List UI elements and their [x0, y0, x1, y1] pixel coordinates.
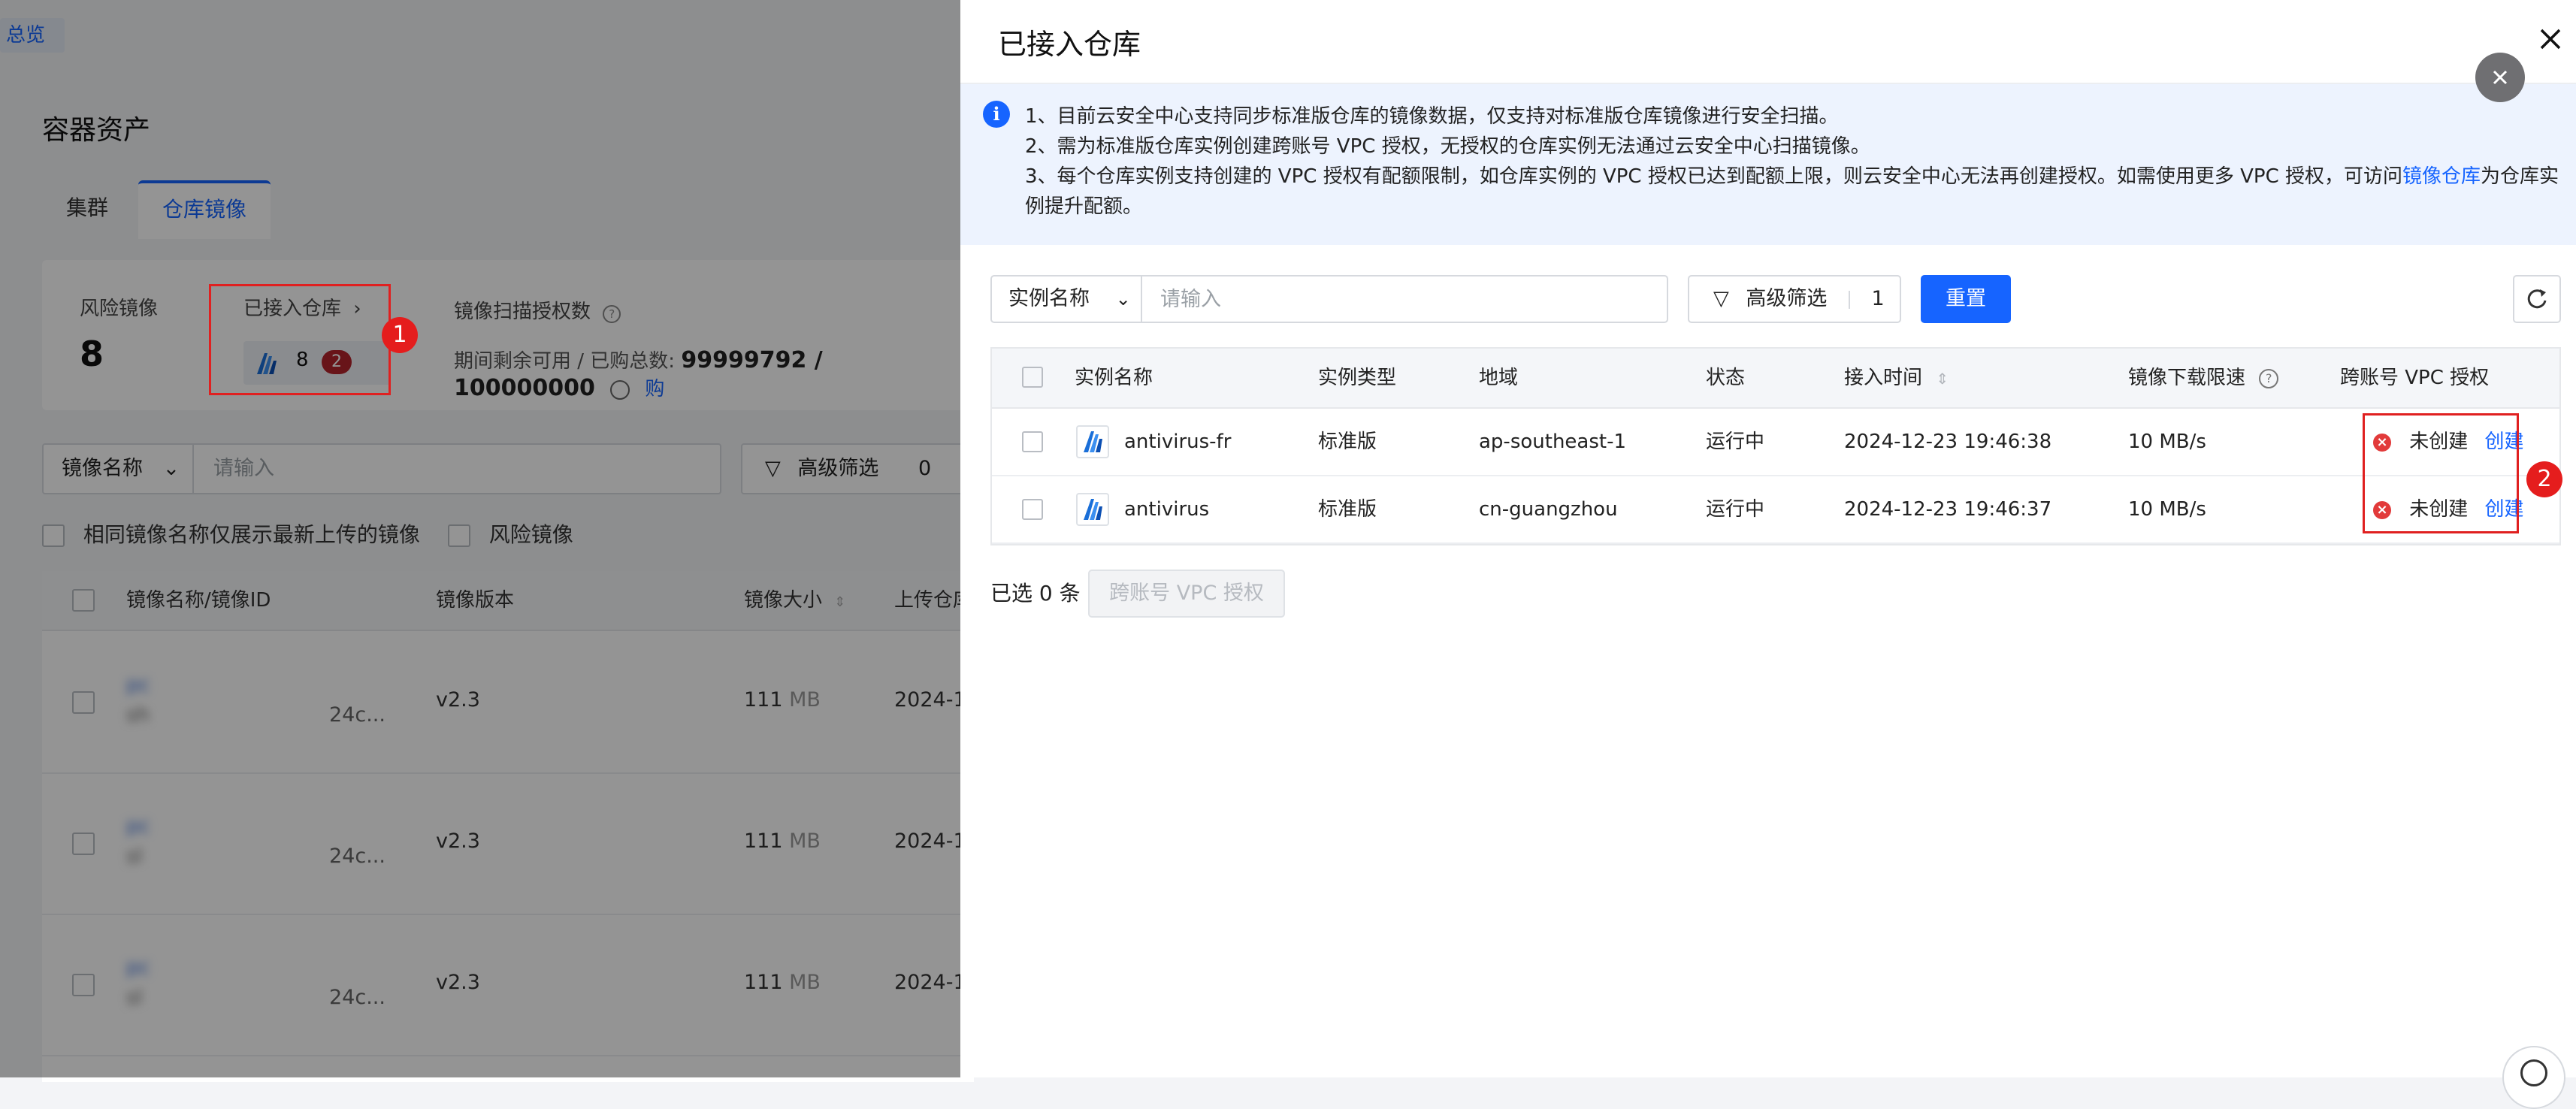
registry-logo-icon	[1076, 425, 1109, 458]
th-status: 状态	[1706, 367, 1746, 389]
close-icon	[2493, 70, 2508, 85]
reset-button[interactable]: 重置	[1921, 275, 2011, 323]
instance-type: 标准版	[1318, 498, 1377, 521]
help-circle-icon[interactable]: ?	[2259, 368, 2279, 388]
th-download-speed: 镜像下载限速 ?	[2128, 349, 2279, 407]
annotation-box-2	[2363, 413, 2519, 533]
download-speed: 10 MB/s	[2128, 498, 2206, 521]
instance-region: ap-southeast-1	[1479, 431, 1627, 453]
modal-overlay[interactable]	[0, 0, 962, 1077]
table-row: antivirus 标准版 cn-guangzhou 运行中 2024-12-2…	[992, 476, 2559, 544]
th-instance-type: 实例类型	[1318, 367, 1397, 389]
th-connect-time: 接入时间 ⇕	[1844, 367, 1949, 389]
annotation-callout-1: 1	[382, 317, 418, 353]
table-header: 实例名称 实例类型 地域 状态 接入时间 ⇕ 镜像下载限速 ? 跨账号 VPC …	[992, 349, 2559, 409]
drawer-toolbar: 实例名称 ⌄ ▽ 高级筛选 1 重置	[990, 275, 2576, 325]
instance-type: 标准版	[1318, 431, 1377, 453]
advanced-filter-button[interactable]: ▽ 高级筛选 1	[1688, 275, 1901, 323]
repo-instance-table: 实例名称 实例类型 地域 状态 接入时间 ⇕ 镜像下载限速 ? 跨账号 VPC …	[990, 347, 2562, 545]
funnel-icon: ▽	[1713, 287, 1729, 310]
download-speed: 10 MB/s	[2128, 431, 2206, 453]
drawer-header: 已接入仓库	[960, 0, 2576, 84]
connected-repos-drawer: 已接入仓库 i 1、目前云安全中心支持同步标准版仓库的镜像数据，仅支持对标准版仓…	[960, 0, 2576, 1077]
refresh-button[interactable]	[2513, 275, 2561, 323]
info-icon: i	[983, 101, 1010, 128]
help-chat-button[interactable]	[2502, 1046, 2565, 1109]
refresh-icon	[2527, 289, 2547, 309]
advanced-filter-count: 1	[1871, 287, 1885, 310]
float-close-button[interactable]	[2475, 53, 2525, 102]
chat-icon	[2520, 1059, 2547, 1086]
notice-line-2: 2、需为标准版仓库实例创建跨账号 VPC 授权，无授权的仓库实例无法通过云安全中…	[1025, 135, 1870, 158]
connect-time: 2024-12-23 19:46:37	[1844, 498, 2052, 521]
chevron-down-icon: ⌄	[1115, 289, 1131, 310]
notice-line-3: 3、每个仓库实例支持创建的 VPC 授权有配额限制，如仓库实例的 VPC 授权已…	[1025, 165, 2559, 188]
vpc-auth-button[interactable]: 跨账号 VPC 授权	[1088, 570, 1285, 618]
instance-status: 运行中	[1706, 498, 1765, 521]
close-icon[interactable]	[2534, 23, 2567, 56]
instance-filter-select[interactable]: 实例名称 ⌄	[990, 275, 1142, 323]
row-checkbox[interactable]	[1022, 431, 1043, 452]
instance-status: 运行中	[1706, 431, 1765, 453]
select-all-checkbox[interactable]	[1022, 367, 1043, 388]
row-checkbox[interactable]	[1022, 499, 1043, 520]
instance-name: antivirus	[1124, 498, 1210, 521]
connect-time: 2024-12-23 19:46:38	[1844, 431, 2052, 453]
filter-divider	[1848, 290, 1850, 309]
th-instance-name: 实例名称	[1075, 367, 1153, 389]
th-region: 地域	[1479, 367, 1519, 389]
sort-icon[interactable]: ⇕	[1936, 370, 1949, 388]
table-row: antivirus-fr 标准版 ap-southeast-1 运行中 2024…	[992, 409, 2559, 476]
instance-region: cn-guangzhou	[1479, 498, 1618, 521]
th-vpc-auth: 跨账号 VPC 授权	[2340, 367, 2490, 389]
drawer-title: 已接入仓库	[998, 28, 1141, 61]
annotation-box-1	[209, 284, 391, 395]
notice-banner: i 1、目前云安全中心支持同步标准版仓库的镜像数据，仅支持对标准版仓库镜像进行安…	[960, 84, 2576, 245]
selected-count: 已选 0 条	[990, 581, 1081, 606]
annotation-callout-2: 2	[2526, 461, 2562, 497]
notice-line-4: 例提升配额。	[1025, 195, 1143, 218]
image-registry-link[interactable]: 镜像仓库	[2402, 165, 2481, 188]
notice-line-1: 1、目前云安全中心支持同步标准版仓库的镜像数据，仅支持对标准版仓库镜像进行安全扫…	[1025, 105, 1839, 128]
registry-logo-icon	[1076, 493, 1109, 526]
instance-name: antivirus-fr	[1124, 431, 1232, 453]
instance-search-input[interactable]	[1141, 275, 1668, 323]
